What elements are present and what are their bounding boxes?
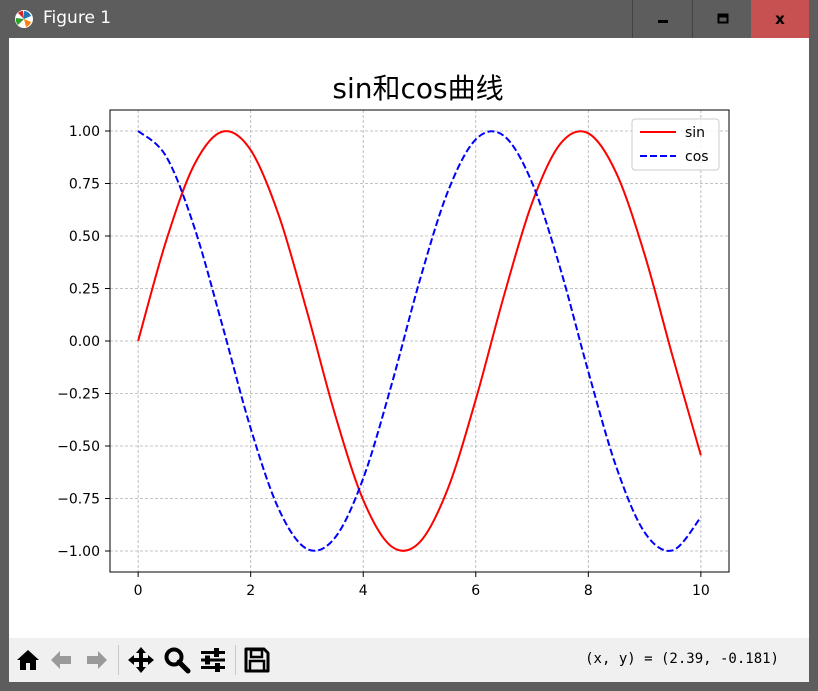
home-button[interactable] (14, 646, 42, 674)
cursor-coordinates: (x, y) = (2.39, -0.181) (585, 651, 779, 667)
grid (110, 110, 729, 572)
figure-canvas[interactable]: sin和cos曲线 0 2 4 6 8 10 1.00 0.75 0.50 0.25 0.00 −0.… (9, 38, 809, 638)
minimize-icon (657, 20, 668, 23)
y-tick-label: 0.25 (69, 282, 100, 298)
x-tick-label: 2 (246, 583, 255, 599)
y-tick-label: 0.50 (69, 229, 100, 245)
save-button[interactable] (243, 646, 271, 674)
legend: sin cos (631, 118, 720, 171)
title-bar[interactable]: Figure 1 x (0, 0, 818, 38)
back-button[interactable] (47, 646, 75, 674)
toolbar-separator (118, 645, 119, 675)
x-tick-label: 6 (471, 583, 480, 599)
ticks: 0 2 4 6 8 10 1.00 0.75 0.50 0.25 0.00 −0.25 −0.50 −0.… (57, 124, 710, 599)
close-icon: x (775, 10, 785, 28)
y-tick-label: 0.00 (69, 334, 100, 350)
configure-subplots-icon (201, 648, 225, 672)
maximize-icon (717, 13, 728, 24)
x-tick-label: 8 (584, 583, 593, 599)
y-tick-label: −0.25 (57, 387, 100, 403)
zoom-button[interactable] (163, 646, 191, 674)
zoom-icon (164, 647, 191, 674)
y-tick-label: −0.50 (57, 439, 100, 455)
matplotlib-logo-icon (15, 10, 33, 28)
back-icon (51, 651, 71, 669)
y-tick-label: −0.75 (57, 492, 100, 508)
x-tick-label: 0 (134, 583, 143, 599)
y-tick-label: −1.00 (57, 544, 100, 560)
navigation-toolbar: (x, y) = (2.39, -0.181) (9, 638, 809, 682)
pan-button[interactable] (127, 646, 155, 674)
maximize-button[interactable] (692, 0, 752, 38)
chart-title: sin和cos曲线 (332, 72, 503, 105)
close-button[interactable]: x (751, 0, 809, 38)
y-tick-label: 1.00 (69, 124, 100, 140)
figure-window: Figure 1 x sin和cos曲线 0 2 4 6 8 10 1.00 0.75 0.50… (0, 0, 818, 691)
legend-label: cos (685, 149, 709, 165)
forward-icon (87, 651, 107, 669)
configure-subplots-button[interactable] (199, 646, 227, 674)
window-title: Figure 1 (43, 8, 112, 28)
chart: sin和cos曲线 0 2 4 6 8 10 1.00 0.75 0.50 0.25 0.00 −0.… (57, 72, 730, 599)
toolbar-separator (235, 645, 236, 675)
x-tick-label: 10 (692, 583, 710, 599)
save-icon (244, 647, 270, 673)
y-tick-label: 0.75 (69, 177, 100, 193)
forward-button[interactable] (83, 646, 111, 674)
x-tick-label: 4 (359, 583, 368, 599)
pan-icon (128, 647, 154, 673)
legend-label: sin (685, 125, 705, 141)
minimize-button[interactable] (632, 0, 692, 38)
home-icon (17, 650, 39, 670)
